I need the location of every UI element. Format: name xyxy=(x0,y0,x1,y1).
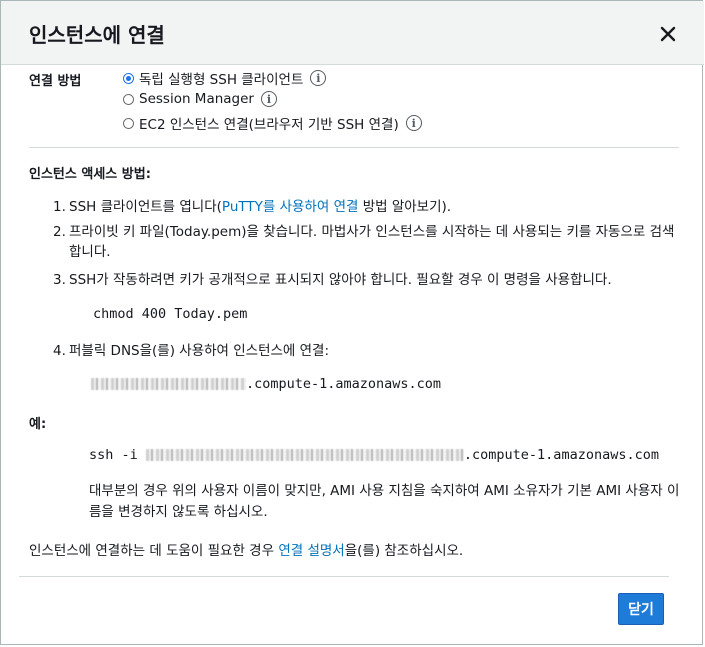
chmod-command: chmod 400 Today.pem xyxy=(93,306,248,322)
example-label: 예: xyxy=(29,417,47,432)
ssh-example-command: ssh -i .compute-1.amazonaws.com xyxy=(89,447,659,463)
ami-username-note: 대부분의 경우 위의 사용자 이름이 맞지만, AMI 사용 지침을 숙지하여 … xyxy=(89,483,680,520)
connection-guide-link[interactable]: 연결 설명서 xyxy=(278,543,344,559)
step-number: 1. xyxy=(53,199,66,215)
radio-option-label: Session Manager xyxy=(139,91,254,107)
footer-divider xyxy=(19,576,669,577)
radio-option-label: 독립 실행형 SSH 클라이언트 xyxy=(139,72,304,88)
radio-button-selected[interactable] xyxy=(123,72,134,84)
step-text: SSH가 작동하려면 키가 공개적으로 표시되지 않아야 합니다. 필요할 경우… xyxy=(69,272,612,288)
step-number: 4. xyxy=(53,343,66,359)
connection-method-label: 연결 방법 xyxy=(29,74,82,89)
redacted-hostname xyxy=(91,378,246,390)
dialog-title: 인스턴스에 연결 xyxy=(29,23,165,47)
step-number: 2. xyxy=(53,224,66,240)
redacted-ssh-target xyxy=(145,449,464,461)
info-icon[interactable]: i xyxy=(310,70,327,86)
radio-option-session-manager[interactable]: Session Manager i xyxy=(123,91,277,107)
dialog-header: 인스턴스에 연결 xyxy=(1,1,704,65)
section-divider xyxy=(29,147,679,148)
connect-instance-dialog: 인스턴스에 연결 연결 방법 독립 실행형 SSH 클라이언트 i Sessio… xyxy=(0,0,704,645)
radio-option-ec2-instance-connect[interactable]: EC2 인스턴스 연결(브라우저 기반 SSH 연결) i xyxy=(123,113,422,133)
info-icon[interactable]: i xyxy=(260,91,277,107)
access-instructions-title: 인스턴스 액세스 방법: xyxy=(29,167,151,182)
help-text: 인스턴스에 연결하는 데 도움이 필요한 경우 연결 설명서을(를) 참조하십시… xyxy=(29,543,464,559)
radio-button[interactable] xyxy=(123,117,134,129)
radio-option-label: EC2 인스턴스 연결(브라우저 기반 SSH 연결) xyxy=(139,117,399,133)
step-number: 3. xyxy=(53,272,66,288)
radio-option-ssh-client[interactable]: 독립 실행형 SSH 클라이언트 i xyxy=(123,68,327,88)
close-icon[interactable] xyxy=(657,23,679,45)
close-button[interactable]: 닫기 xyxy=(618,593,664,625)
info-icon[interactable]: i xyxy=(405,115,422,131)
public-dns-value: .compute-1.amazonaws.com xyxy=(91,376,441,392)
step-text: 프라이빗 키 파일(Today.pem)을 찾습니다. 마법사가 인스턴스를 시… xyxy=(69,224,675,260)
putty-guide-link[interactable]: PuTTY를 사용하여 연결 xyxy=(222,199,358,215)
step-text: 퍼블릭 DNS을(를) 사용하여 인스턴스에 연결: xyxy=(69,343,330,359)
radio-button[interactable] xyxy=(123,93,134,105)
step-text: SSH 클라이언트를 엽니다(PuTTY를 사용하여 연결 방법 알아보기). xyxy=(69,199,452,215)
